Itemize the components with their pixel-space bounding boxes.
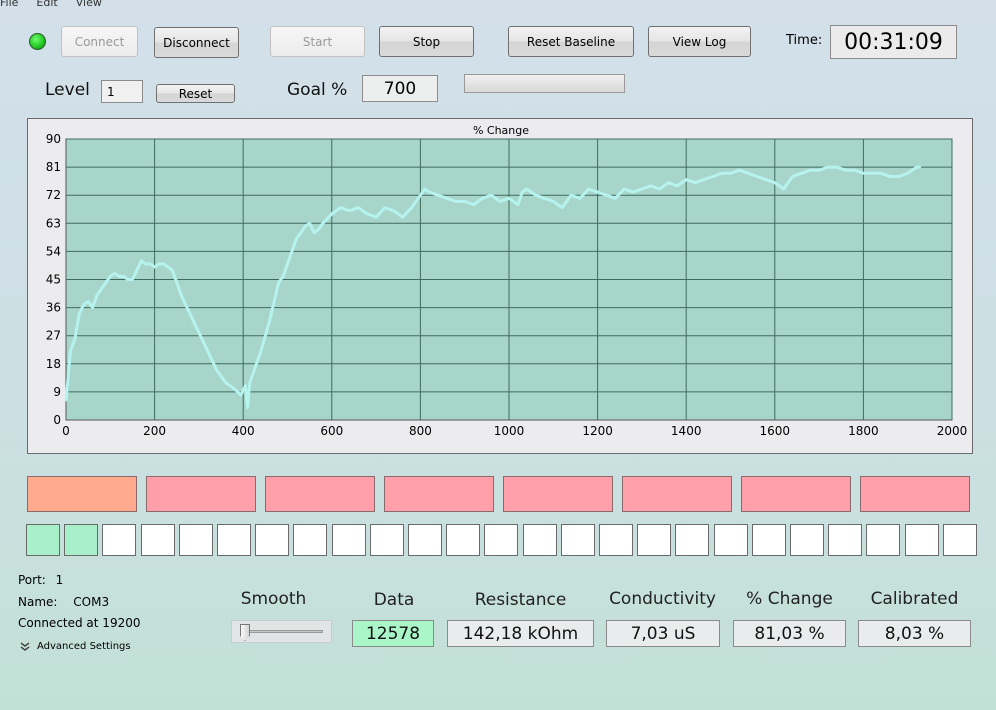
double-chevron-down-icon (20, 641, 30, 651)
level-cell (255, 524, 290, 556)
slider-track (242, 630, 323, 633)
progress-block (860, 476, 970, 512)
level-cell (637, 524, 672, 556)
y-tick-label: 36 (46, 301, 61, 315)
chart-title: % Change (473, 124, 529, 137)
level-cell (26, 524, 60, 556)
x-tick-label: 400 (232, 424, 255, 438)
level-cell (599, 524, 633, 556)
level-cell (904, 524, 939, 556)
y-tick-label: 0 (53, 413, 61, 427)
y-tick-label: 9 (53, 385, 61, 399)
level-cell (369, 524, 404, 556)
x-axis: 0 200 400 600 800 1000 1200 1400 1600 1800 2000 (62, 424, 967, 438)
progress-block (146, 476, 256, 512)
calibrated-value: 8,03 % (858, 620, 971, 647)
level-cell (102, 524, 137, 556)
progress-block (384, 476, 494, 512)
level-cell (331, 524, 366, 556)
calibrated-label: Calibrated (870, 589, 959, 609)
level-cell (408, 524, 442, 556)
progress-block (503, 476, 613, 512)
progress-blocks (0, 476, 996, 514)
name-value: COM3 (73, 595, 110, 609)
level-cell (675, 524, 710, 556)
conductivity-value: 7,03 uS (606, 620, 720, 647)
level-cell (446, 524, 481, 556)
resistance-value: 142,18 kOhm (447, 620, 594, 647)
data-value: 12578 (352, 620, 434, 647)
y-tick-label: 63 (46, 216, 61, 230)
level-cell (751, 524, 786, 556)
smooth-slider[interactable] (231, 620, 332, 643)
y-tick-label: 90 (46, 132, 61, 146)
level-cells (0, 524, 996, 558)
conductivity-label: Conductivity (609, 589, 716, 609)
port-value: 1 (55, 573, 64, 587)
x-tick-label: 2000 (937, 424, 968, 438)
level-cell (140, 524, 175, 556)
x-tick-label: 600 (320, 424, 343, 438)
advanced-settings-toggle[interactable]: Advanced Settings (20, 641, 131, 652)
y-axis: 0 9 18 27 36 45 54 63 72 81 90 (46, 132, 61, 427)
percent-change-label: % Change (746, 589, 833, 609)
port-info: Port: 1 (18, 573, 63, 587)
smooth-label: Smooth (240, 589, 307, 609)
level-cell (64, 524, 99, 556)
name-info: Name: COM3 (18, 595, 109, 609)
data-label: Data (373, 590, 415, 610)
progress-block (265, 476, 375, 512)
slider-thumb[interactable] (240, 624, 250, 641)
y-tick-label: 81 (46, 160, 61, 174)
y-tick-label: 72 (46, 188, 61, 202)
x-tick-label: 1200 (582, 424, 613, 438)
connection-status-text: Connected at 19200 (18, 616, 141, 630)
progress-block (622, 476, 732, 512)
level-cell (217, 524, 251, 556)
y-tick-label: 45 (46, 273, 61, 287)
level-cell (484, 524, 519, 556)
percent-change-value: 81,03 % (733, 620, 846, 647)
level-cell (866, 524, 901, 556)
level-cell (178, 524, 213, 556)
percent-change-chart: 0 9 18 27 36 45 54 63 72 81 90 0 200 400 600 800 1000 12… (46, 124, 968, 438)
level-cell (942, 524, 977, 556)
x-tick-label: 200 (143, 424, 166, 438)
level-cell (522, 524, 557, 556)
progress-block (27, 476, 137, 512)
y-tick-label: 54 (46, 244, 61, 258)
x-tick-label: 0 (62, 424, 70, 438)
resistance-label: Resistance (474, 590, 567, 610)
progress-block (741, 476, 851, 512)
level-cell (790, 524, 824, 556)
level-cell (828, 524, 863, 556)
port-label: Port: (18, 573, 46, 587)
x-tick-label: 1400 (671, 424, 702, 438)
level-cell (713, 524, 748, 556)
name-label: Name: (18, 595, 58, 609)
x-tick-label: 800 (409, 424, 432, 438)
y-tick-label: 27 (46, 329, 61, 343)
x-tick-label: 1800 (848, 424, 879, 438)
x-tick-label: 1000 (494, 424, 525, 438)
level-cell (293, 524, 328, 556)
advanced-settings-label: Advanced Settings (37, 641, 131, 652)
y-tick-label: 18 (46, 357, 61, 371)
level-cell (560, 524, 595, 556)
x-tick-label: 1600 (760, 424, 791, 438)
